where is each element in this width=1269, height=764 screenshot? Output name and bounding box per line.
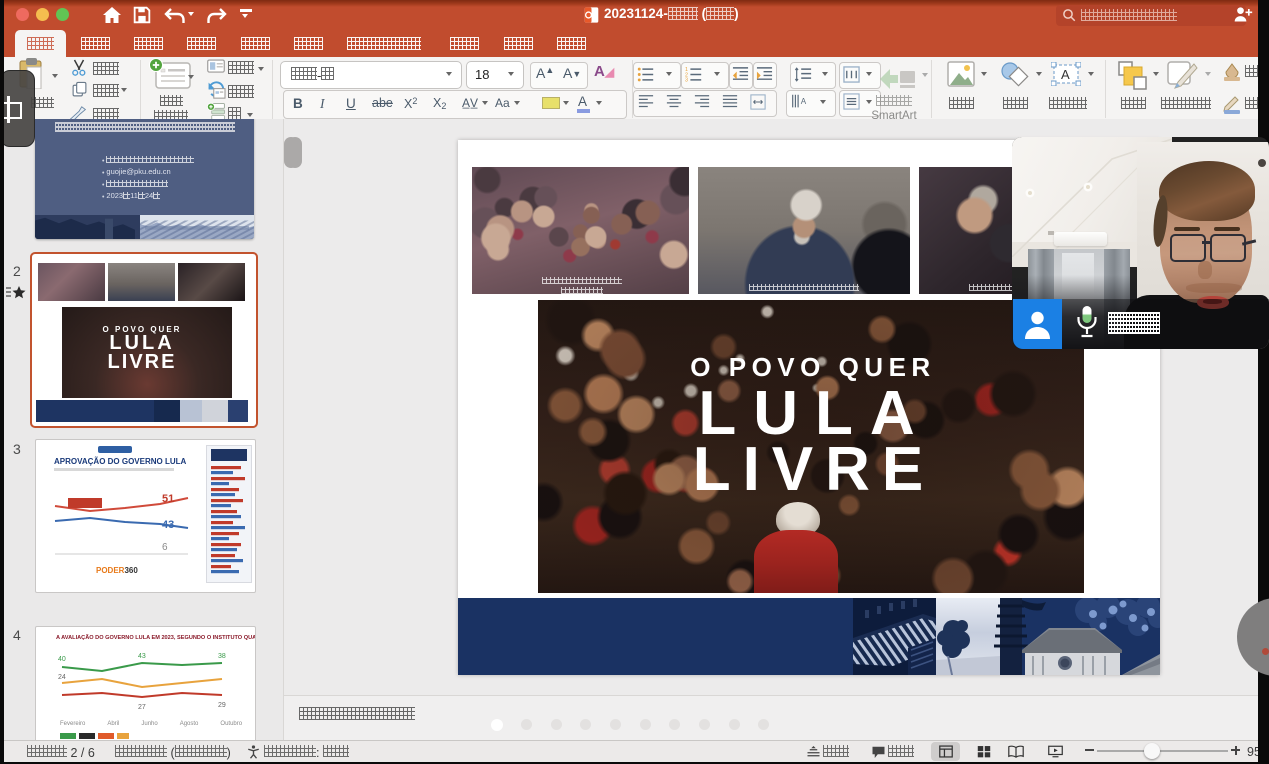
svg-text:43: 43 <box>138 653 146 660</box>
svg-text:A: A <box>1061 67 1070 82</box>
svg-text:27: 27 <box>138 704 146 711</box>
svg-text:40: 40 <box>58 656 66 663</box>
svg-text:6: 6 <box>162 542 168 553</box>
svg-text:A: A <box>801 97 807 106</box>
svg-text:3: 3 <box>685 78 688 83</box>
svg-text:29: 29 <box>218 702 226 709</box>
svg-text:43: 43 <box>162 519 174 531</box>
svg-text:38: 38 <box>218 653 226 660</box>
svg-text:51: 51 <box>162 493 174 505</box>
svg-text:24: 24 <box>58 674 66 681</box>
